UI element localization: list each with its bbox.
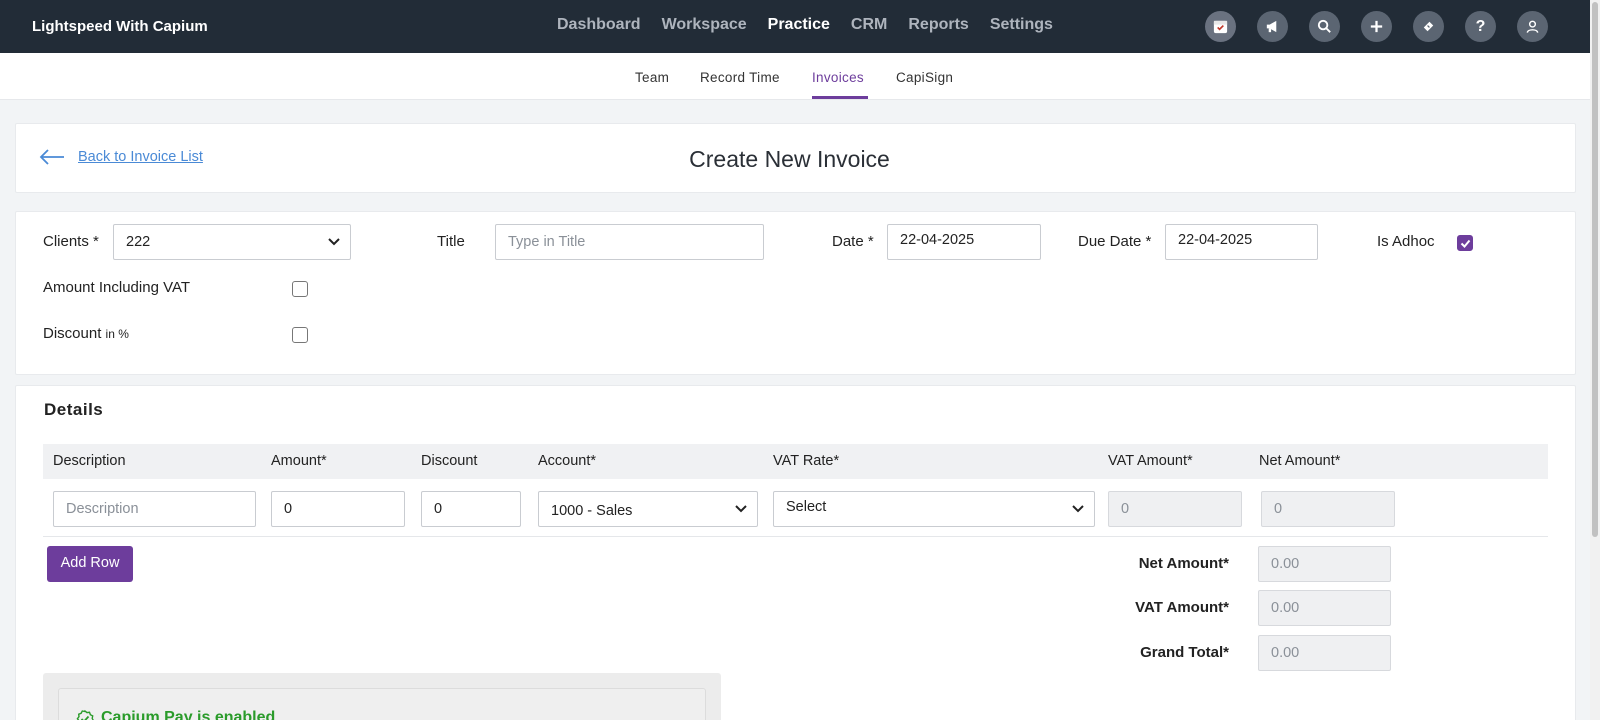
row-account-select[interactable]: 1000 - Sales [538, 491, 758, 527]
col-vat-amount: VAT Amount* [1108, 453, 1193, 469]
nav-settings[interactable]: Settings [990, 16, 1053, 34]
sub-nav: Team Record Time Invoices CapiSign [0, 53, 1600, 100]
page-scrollbar[interactable] [1590, 0, 1600, 720]
header-panel: Back to Invoice List Create New Invoice [15, 123, 1576, 193]
date-input[interactable]: 22-04-2025 [887, 224, 1041, 260]
col-description: Description [53, 453, 126, 469]
is-adhoc-label: Is Adhoc [1377, 233, 1435, 250]
row-divider [43, 536, 1548, 537]
net-amount-total-label: Net Amount* [1138, 555, 1229, 572]
tab-record-time[interactable]: Record Time [700, 70, 780, 85]
help-icon[interactable]: ? [1465, 11, 1496, 42]
invoice-form-panel: Clients * 222 Title Type in Title Date *… [15, 211, 1576, 375]
row-amount-input[interactable]: 0 [271, 491, 405, 527]
scrollbar-thumb[interactable] [1592, 2, 1598, 537]
vat-amount-total-label: VAT Amount* [1135, 599, 1229, 616]
capium-pay-status: Capium Pay is enabled [101, 709, 276, 720]
col-vat-rate: VAT Rate* [773, 453, 840, 469]
due-date-input[interactable]: 22-04-2025 [1165, 224, 1318, 260]
nav-dashboard[interactable]: Dashboard [557, 16, 641, 34]
add-row-button[interactable]: Add Row [47, 546, 133, 582]
is-adhoc-checkbox[interactable] [1457, 235, 1473, 251]
tab-invoices[interactable]: Invoices [812, 70, 864, 85]
row-discount-input[interactable]: 0 [421, 491, 521, 527]
due-date-label: Due Date * [1078, 233, 1152, 250]
amount-including-vat-checkbox[interactable] [292, 281, 308, 297]
col-discount: Discount [421, 453, 478, 469]
discount-percent-checkbox[interactable] [292, 327, 308, 343]
check-circle-icon [76, 709, 94, 720]
amount-including-vat-label: Amount Including VAT [43, 279, 191, 296]
nav-reports[interactable]: Reports [908, 16, 968, 34]
chevron-down-icon [1072, 505, 1084, 513]
discount-label: Discount in % [43, 325, 129, 342]
vat-amount-total-field: 0.00 [1258, 590, 1391, 626]
clients-label: Clients * [43, 233, 99, 250]
row-vat-amount-field: 0 [1108, 491, 1242, 527]
nav-practice[interactable]: Practice [768, 16, 830, 34]
active-tab-indicator [812, 96, 868, 99]
calendar-icon[interactable] [1205, 11, 1236, 42]
plus-icon[interactable] [1361, 11, 1392, 42]
col-amount: Amount* [271, 453, 327, 469]
grand-total-field: 0.00 [1258, 635, 1391, 671]
nav-crm[interactable]: CRM [851, 16, 887, 34]
top-navbar: Lightspeed With Capium Dashboard Workspa… [0, 0, 1600, 53]
col-net-amount: Net Amount* [1259, 453, 1341, 469]
nav-workspace[interactable]: Workspace [662, 16, 747, 34]
brand-logo-text[interactable]: Lightspeed With Capium [32, 18, 208, 35]
title-label: Title [437, 233, 465, 250]
chevron-down-icon [328, 238, 340, 246]
page-title: Create New Invoice [689, 146, 890, 172]
clients-select[interactable]: 222 [113, 224, 351, 260]
row-vat-rate-value: Select [786, 499, 827, 515]
title-input[interactable]: Type in Title [495, 224, 764, 260]
row-vat-rate-select[interactable]: Select [773, 491, 1095, 527]
capium-pay-box: Capium Pay is enabled [43, 673, 721, 720]
search-icon[interactable] [1309, 11, 1340, 42]
tab-team[interactable]: Team [635, 70, 669, 85]
toolbar-icons: ? [1205, 11, 1569, 42]
capium-pay-inner: Capium Pay is enabled [58, 688, 706, 720]
row-description-input[interactable]: Description [53, 491, 256, 527]
details-panel: Details Description Amount* Discount Acc… [15, 385, 1576, 720]
user-icon[interactable] [1517, 11, 1548, 42]
date-label: Date * [832, 233, 874, 250]
main-nav: Dashboard Workspace Practice CRM Reports… [557, 16, 1074, 34]
col-account: Account* [538, 453, 597, 469]
tab-capisign[interactable]: CapiSign [896, 70, 953, 85]
discount-label-text: Discount [43, 325, 102, 342]
clients-value: 222 [126, 234, 151, 250]
megaphone-icon[interactable] [1257, 11, 1288, 42]
ticket-icon[interactable] [1413, 11, 1444, 42]
row-net-amount-field: 0 [1261, 491, 1395, 527]
row-account-value: 1000 - Sales [551, 503, 633, 519]
net-amount-total-field: 0.00 [1258, 546, 1391, 582]
discount-unit-note: in % [105, 327, 129, 341]
chevron-down-icon [735, 505, 747, 513]
details-table-header: Description Amount* Discount Account* VA… [43, 444, 1548, 479]
details-heading: Details [44, 400, 104, 419]
checkmark-icon [1460, 239, 1471, 248]
grand-total-label: Grand Total* [1140, 644, 1229, 661]
